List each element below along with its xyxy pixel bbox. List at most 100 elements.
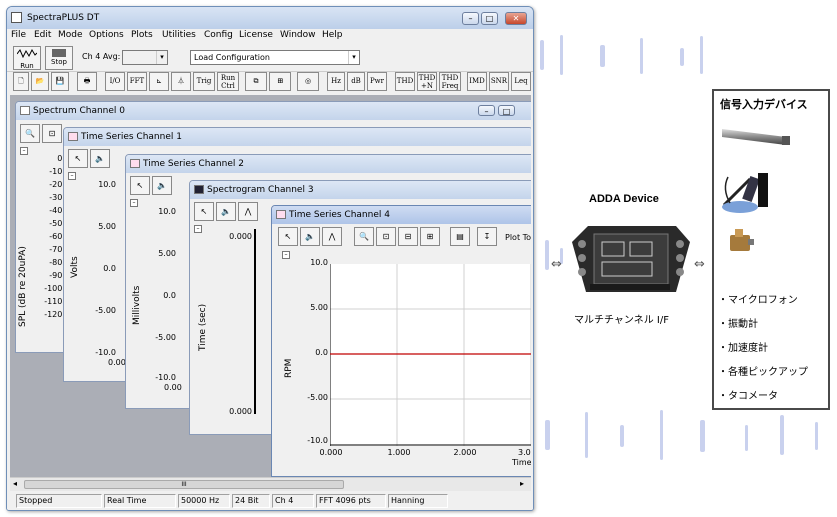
scroll-right-icon[interactable]: ▸ (520, 479, 524, 488)
pwr-button[interactable]: Pwr (367, 72, 387, 91)
menu-edit[interactable]: Edit (34, 30, 51, 40)
chevron-down-icon: ▾ (348, 51, 359, 64)
xtick: 3.0 (518, 448, 531, 457)
window-ts4[interactable]: Time Series Channel 4 ↖ 🔈 ⋀ 🔍 ⊡ ⊟ ⊞ ▤ ↧ … (271, 205, 531, 477)
run-ctrl-button[interactable]: Run Ctrl (217, 72, 239, 91)
trig-button[interactable]: Trig (193, 72, 215, 91)
toolbar-top: Run Stop Ch 4 Avg: ▾ Load Configuration ▾ (7, 44, 533, 72)
calculator-icon[interactable]: ▤ (450, 227, 470, 246)
input-item-microphone: ・マイクロフォン (718, 295, 798, 306)
config-select[interactable]: Load Configuration ▾ (190, 50, 360, 65)
menu-config[interactable]: Config (204, 30, 233, 40)
zoom-x-icon[interactable]: ⊡ (42, 124, 62, 143)
zoom-icon[interactable]: 🔍 (354, 227, 374, 246)
status-channel: Ch 4 (272, 494, 314, 508)
app-window: SpectraPLUS DT – □ ✕ File Edit Mode Opti… (6, 6, 534, 511)
ts4-plot-area[interactable] (329, 264, 531, 446)
xtick: 1.000 (387, 448, 411, 457)
cursor-icon[interactable]: ↖ (68, 149, 88, 168)
ts4-plot-grid (329, 264, 531, 446)
input-panel-title: 信号入力デバイス (720, 98, 808, 111)
windows-icon[interactable]: ⧉ (245, 72, 267, 91)
menu-file[interactable]: File (11, 30, 26, 40)
hz-button[interactable]: Hz (327, 72, 345, 91)
status-bits: 24 Bit (232, 494, 270, 508)
menu-bar: File Edit Mode Options Plots Utilities C… (7, 29, 533, 43)
ytick: 5.00 (98, 222, 116, 231)
fft-button[interactable]: FFT (127, 72, 147, 91)
window-ts4-titlebar: Time Series Channel 4 (272, 206, 531, 224)
thdn-button[interactable]: THD +N (417, 72, 437, 91)
close-button[interactable]: ✕ (505, 12, 527, 25)
speaker-icon[interactable]: 🔈 (300, 227, 320, 246)
leq-button[interactable]: Leq (511, 72, 531, 91)
menu-license[interactable]: License (239, 30, 273, 40)
cursor-icon[interactable]: ↖ (278, 227, 298, 246)
cursor-icon[interactable]: ↖ (130, 176, 150, 195)
generator-icon[interactable]: ◎ (297, 72, 319, 91)
menu-options[interactable]: Options (89, 30, 124, 40)
menu-window[interactable]: Window (280, 30, 316, 40)
speaker-icon[interactable]: 🔈 (152, 176, 172, 195)
print-icon[interactable]: 🖶 (77, 72, 97, 91)
peak-icon[interactable]: ⋀ (238, 202, 258, 221)
scroll-thumb[interactable]: III (24, 480, 344, 489)
collapse-icon[interactable]: – (194, 225, 202, 233)
snr-button[interactable]: SNR (489, 72, 509, 91)
spectrum-minimize-button[interactable]: – (478, 105, 495, 116)
menu-utilities[interactable]: Utilities (162, 30, 196, 40)
menu-mode[interactable]: Mode (58, 30, 83, 40)
ytick: -10.0 (95, 348, 116, 357)
thd-button[interactable]: THD (395, 72, 415, 91)
panel-icon[interactable]: ⊞ (269, 72, 291, 91)
ytick: 0.000 (229, 232, 252, 241)
adda-device-icon (572, 226, 690, 292)
horizontal-scrollbar[interactable]: ◂ III ▸ (10, 477, 531, 491)
input-item-vibration: ・振動計 (718, 319, 758, 330)
ts4-xlabel: Time (512, 458, 531, 467)
speaker-icon[interactable]: 🔈 (216, 202, 236, 221)
vibration-meter-icon (722, 173, 768, 213)
zoom-x-icon[interactable]: ⊡ (376, 227, 396, 246)
cursor-icon[interactable]: ↖ (194, 202, 214, 221)
zoom-out-icon[interactable]: ⊟ (398, 227, 418, 246)
peak-icon[interactable]: ⋀ (322, 227, 342, 246)
microphone-icon (722, 129, 790, 145)
status-window: Hanning (388, 494, 448, 508)
ytick: 10.0 (310, 258, 328, 267)
marker-icon[interactable]: ↧ (477, 227, 497, 246)
signal-icon[interactable]: ⏃ (171, 72, 191, 91)
imd-button[interactable]: IMD (467, 72, 487, 91)
open-folder-icon[interactable]: 📂 (31, 72, 49, 91)
input-item-pickup: ・各種ピックアップ (718, 367, 808, 378)
stop-button[interactable]: Stop (45, 46, 73, 70)
speaker-icon[interactable]: 🔈 (90, 149, 110, 168)
collapse-icon[interactable]: – (130, 199, 138, 207)
collapse-icon[interactable]: – (68, 172, 76, 180)
mdi-area: Spectrum Channel 0 – □ 🔍 ⊡ – SPL (dB re … (10, 95, 531, 477)
thd-freq-button[interactable]: THD Freq (439, 72, 461, 91)
axis-icon[interactable]: ⊾ (149, 72, 169, 91)
menu-help[interactable]: Help (322, 30, 343, 40)
avg-label: Ch 4 Avg: (82, 52, 121, 61)
menu-plots[interactable]: Plots (131, 30, 153, 40)
waveform-icon (130, 159, 140, 168)
save-icon[interactable]: 💾 (51, 72, 69, 91)
db-button[interactable]: dB (347, 72, 365, 91)
run-button[interactable]: Run (13, 46, 41, 70)
maximize-button[interactable]: □ (481, 12, 498, 25)
new-file-icon[interactable]: 🗋 (13, 72, 29, 91)
scroll-left-icon[interactable]: ◂ (13, 479, 17, 488)
input-item-accelerometer: ・加速度計 (718, 343, 768, 354)
io-button[interactable]: I/O (105, 72, 125, 91)
app-titlebar: SpectraPLUS DT – □ ✕ (7, 7, 533, 29)
ytick: -10.0 (155, 373, 176, 382)
minimize-button[interactable]: – (462, 12, 479, 25)
spectrum-restore-button[interactable]: □ (498, 105, 515, 116)
zoom-icon[interactable]: 🔍 (20, 124, 40, 143)
collapse-icon[interactable]: – (282, 251, 290, 259)
avg-select[interactable]: ▾ (122, 50, 168, 65)
zoom-full-icon[interactable]: ⊞ (420, 227, 440, 246)
device-caption: マルチチャンネル I/F (574, 315, 669, 326)
ytick: 5.00 (158, 249, 176, 258)
